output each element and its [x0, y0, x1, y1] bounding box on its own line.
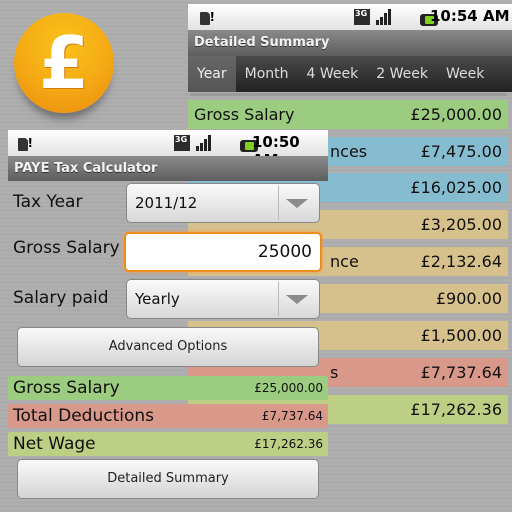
- summary-value: £25,000.00: [254, 381, 323, 395]
- advanced-options-button[interactable]: Advanced Options: [17, 327, 319, 367]
- sim-icon: [200, 10, 215, 25]
- app-title: PAYE Tax Calculator: [14, 161, 158, 176]
- salary-paid-select[interactable]: Yearly: [126, 279, 320, 319]
- title-text: Detailed Summary: [194, 35, 330, 50]
- signal-icon: [376, 9, 391, 25]
- clock: 10:54 AM: [430, 7, 510, 25]
- detail-value: £3,205.00: [420, 215, 502, 234]
- tax-year-label: Tax Year: [13, 192, 83, 212]
- detailed-summary-button[interactable]: Detailed Summary: [17, 459, 319, 499]
- status-bar-left: 3G 10:50 AM: [8, 130, 328, 169]
- summary-row-net: Net Wage £17,262.36: [8, 432, 328, 456]
- detail-value: £7,475.00: [420, 142, 502, 161]
- network-3g-icon: 3G: [174, 135, 190, 151]
- summary-row-deductions: Total Deductions £7,737.64: [8, 404, 328, 428]
- summary-value: £17,262.36: [254, 437, 323, 451]
- salary-paid-label: Salary paid: [13, 288, 109, 308]
- summary-value: £7,737.64: [261, 409, 323, 423]
- tab-month[interactable]: Month: [236, 56, 298, 92]
- tab-4-week[interactable]: 4 Week: [298, 56, 368, 92]
- tab-scrollbar[interactable]: [190, 93, 508, 96]
- salary-paid-value: Yearly: [135, 290, 180, 308]
- detail-label: nces: [330, 142, 368, 161]
- dropdown-arrow-icon: [286, 199, 308, 208]
- detail-value: £17,262.36: [410, 400, 502, 419]
- tab-week[interactable]: Week: [437, 56, 493, 92]
- gross-salary-label: Gross Salary: [13, 238, 120, 258]
- detail-value: £1,500.00: [420, 326, 502, 345]
- signal-icon: [196, 135, 211, 151]
- detail-value: £2,132.64: [420, 252, 502, 271]
- summary-row-gross: Gross Salary £25,000.00: [8, 376, 328, 400]
- period-tabs: Year Month 4 Week 2 Week Week: [188, 56, 512, 92]
- detail-value: £7,737.64: [420, 363, 502, 382]
- dropdown-arrow-icon: [286, 295, 308, 304]
- detail-value: £16,025.00: [410, 178, 502, 197]
- status-bar-right: 3G 10:54 AM: [188, 4, 512, 30]
- detailed-summary-title: Detailed Summary: [188, 30, 512, 56]
- network-3g-icon: 3G: [354, 9, 370, 25]
- pound-coin-icon: £: [14, 13, 114, 113]
- sim-icon: [18, 136, 33, 151]
- gross-salary-input[interactable]: 25000: [124, 232, 322, 272]
- spinner-divider: [278, 186, 279, 220]
- detail-row: Gross Salary £25,000.00: [188, 100, 508, 129]
- tax-year-value: 2011/12: [135, 194, 198, 212]
- detail-label: s: [330, 363, 339, 382]
- summary-label: Gross Salary: [13, 378, 120, 398]
- pound-symbol: £: [38, 21, 90, 105]
- detail-value: £900.00: [435, 289, 502, 308]
- tab-year[interactable]: Year: [188, 56, 236, 92]
- summary-label: Net Wage: [13, 434, 96, 454]
- app-title-bar: PAYE Tax Calculator: [8, 156, 328, 181]
- tab-2-week[interactable]: 2 Week: [367, 56, 437, 92]
- detail-label: nce: [330, 252, 359, 271]
- summary-label: Total Deductions: [13, 406, 154, 426]
- detail-label: Gross Salary: [194, 105, 295, 124]
- spinner-divider: [278, 282, 279, 316]
- detail-value: £25,000.00: [410, 105, 502, 124]
- tax-year-select[interactable]: 2011/12: [126, 183, 320, 223]
